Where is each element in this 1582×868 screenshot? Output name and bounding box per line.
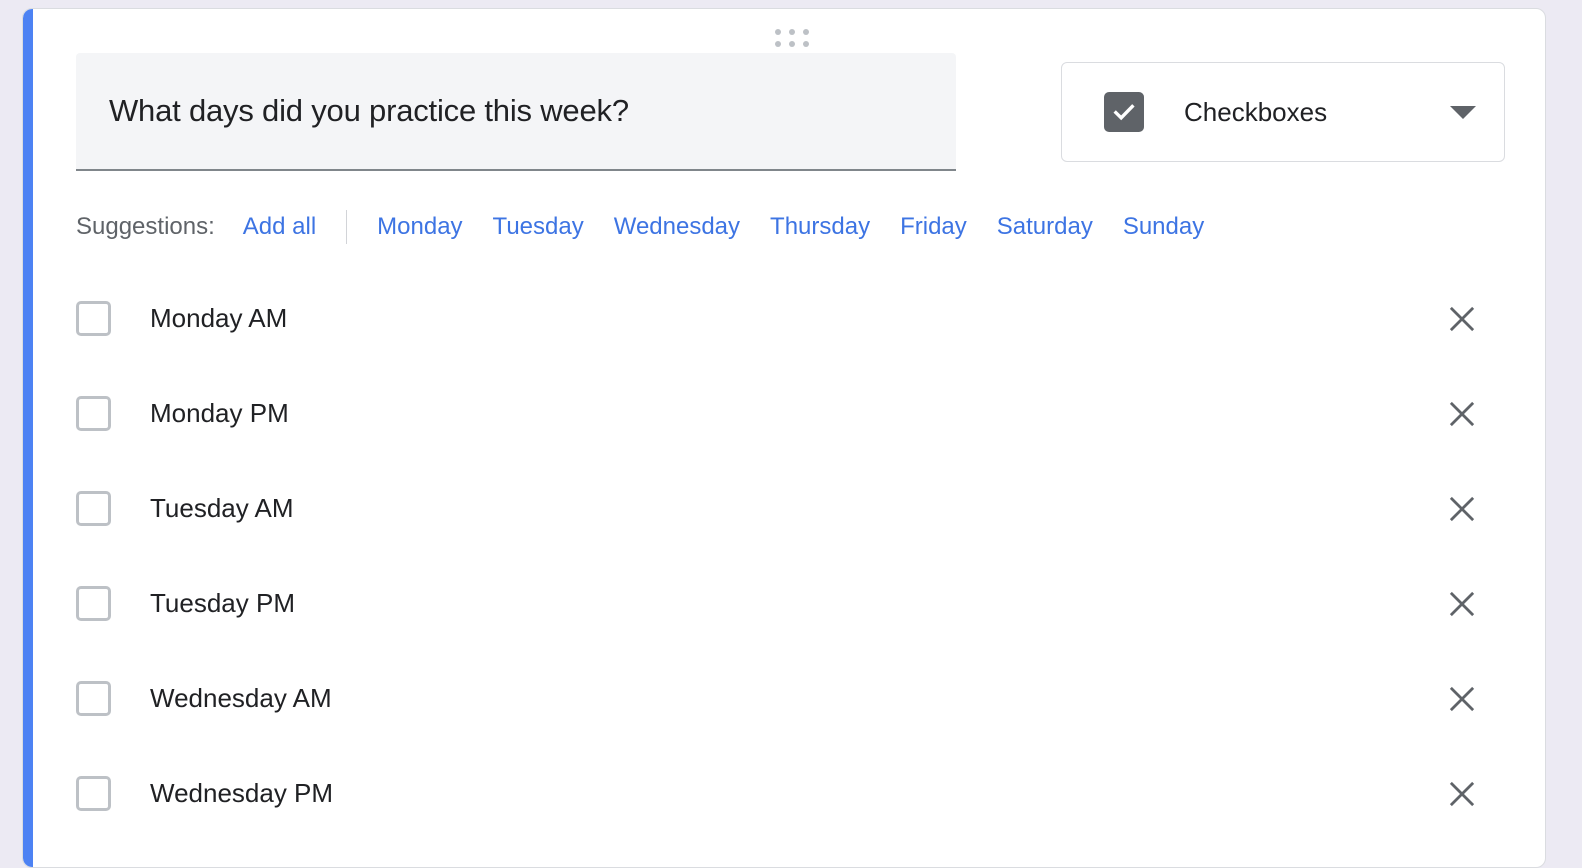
chevron-down-icon[interactable] bbox=[1450, 105, 1476, 119]
question-title-input[interactable]: What days did you practice this week? bbox=[76, 53, 956, 171]
suggestion-wednesday[interactable]: Wednesday bbox=[614, 213, 740, 241]
close-x-icon[interactable] bbox=[1442, 394, 1482, 434]
card-accent-bar bbox=[23, 9, 33, 867]
option-label[interactable]: Monday AM bbox=[150, 303, 287, 334]
checkbox-unchecked-icon[interactable] bbox=[76, 396, 111, 431]
question-card: What days did you practice this week? Ch… bbox=[22, 8, 1546, 868]
drag-dot bbox=[789, 41, 795, 47]
option-label[interactable]: Wednesday PM bbox=[150, 778, 333, 809]
checkbox-unchecked-icon[interactable] bbox=[76, 301, 111, 336]
question-type-label: Checkboxes bbox=[1184, 96, 1328, 127]
checkbox-checked-icon bbox=[1104, 92, 1144, 132]
close-x-icon[interactable] bbox=[1442, 774, 1482, 814]
option-label[interactable]: Wednesday AM bbox=[150, 683, 332, 714]
close-x-icon[interactable] bbox=[1442, 489, 1482, 529]
suggestion-tuesday[interactable]: Tuesday bbox=[493, 213, 584, 241]
suggestion-saturday[interactable]: Saturday bbox=[997, 213, 1093, 241]
suggestion-friday[interactable]: Friday bbox=[900, 213, 967, 241]
checkbox-unchecked-icon[interactable] bbox=[76, 681, 111, 716]
suggestions-label: Suggestions: bbox=[76, 213, 215, 240]
drag-dot bbox=[775, 41, 781, 47]
question-title-text: What days did you practice this week? bbox=[109, 93, 629, 129]
drag-handle-dots-icon[interactable] bbox=[775, 29, 809, 47]
option-label[interactable]: Tuesday AM bbox=[150, 493, 294, 524]
option-row: Wednesday PM bbox=[76, 746, 1545, 841]
suggestion-add-all-button[interactable]: Add all bbox=[243, 213, 316, 241]
suggestions-divider bbox=[346, 210, 348, 244]
checkbox-unchecked-icon[interactable] bbox=[76, 491, 111, 526]
checkbox-unchecked-icon[interactable] bbox=[76, 586, 111, 621]
suggestion-thursday[interactable]: Thursday bbox=[770, 213, 870, 241]
question-type-dropdown[interactable]: Checkboxes bbox=[1061, 62, 1505, 162]
suggestion-monday[interactable]: Monday bbox=[377, 213, 462, 241]
option-row: Monday AM bbox=[76, 271, 1545, 366]
drag-dot bbox=[803, 41, 809, 47]
suggestions-row: Suggestions: Add all Monday Tuesday Wedn… bbox=[76, 205, 1204, 249]
drag-dot bbox=[789, 29, 795, 35]
option-row: Monday PM bbox=[76, 366, 1545, 461]
options-list: Monday AM Monday PM Tuesday AM Tuesday P… bbox=[76, 271, 1545, 841]
drag-dot bbox=[803, 29, 809, 35]
close-x-icon[interactable] bbox=[1442, 299, 1482, 339]
option-row: Wednesday AM bbox=[76, 651, 1545, 746]
option-label[interactable]: Monday PM bbox=[150, 398, 289, 429]
suggestion-sunday[interactable]: Sunday bbox=[1123, 213, 1204, 241]
option-row: Tuesday AM bbox=[76, 461, 1545, 556]
checkbox-unchecked-icon[interactable] bbox=[76, 776, 111, 811]
option-label[interactable]: Tuesday PM bbox=[150, 588, 295, 619]
close-x-icon[interactable] bbox=[1442, 679, 1482, 719]
option-row: Tuesday PM bbox=[76, 556, 1545, 651]
drag-dot bbox=[775, 29, 781, 35]
close-x-icon[interactable] bbox=[1442, 584, 1482, 624]
